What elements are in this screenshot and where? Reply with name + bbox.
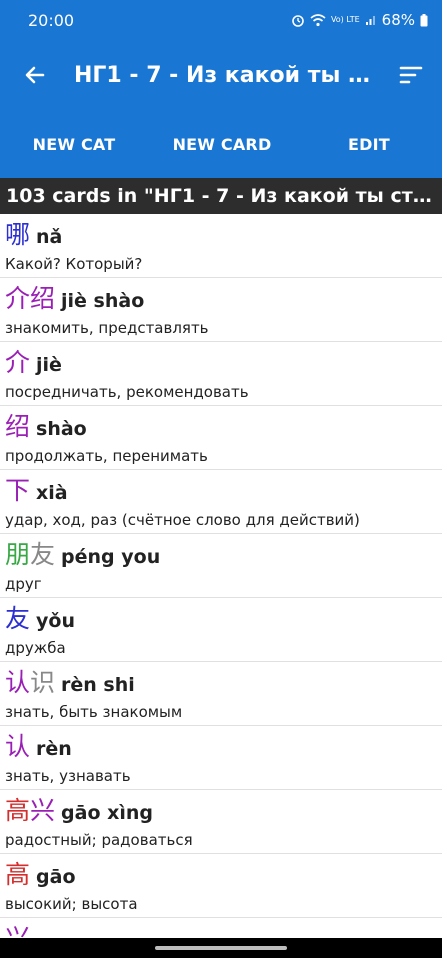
sort-icon xyxy=(399,66,423,84)
card-word: 认识 rèn shi xyxy=(5,668,442,700)
card-row[interactable]: 认 rèn знать, узнавать xyxy=(0,726,442,790)
battery-percent: 68% xyxy=(381,11,415,29)
card-row[interactable]: 朋友 péng you друг xyxy=(0,534,442,598)
card-translation: высокий; высота xyxy=(5,895,138,913)
card-translation: продолжать, перенимать xyxy=(5,447,208,465)
card-translation: знать, узнавать xyxy=(5,767,131,785)
card-translation: посредничать, рекомендовать xyxy=(5,383,249,401)
card-pinyin: gāo xyxy=(36,866,76,888)
card-hanzi: 友 xyxy=(5,604,31,633)
card-hanzi: 下 xyxy=(5,476,31,505)
card-hanzi: 高 xyxy=(5,796,31,825)
card-row[interactable]: 介 jiè посредничать, рекомендовать xyxy=(0,342,442,406)
card-translation: знать, быть знакомым xyxy=(5,703,183,721)
card-word: 认 rèn xyxy=(5,732,442,764)
navigation-bar xyxy=(0,938,442,958)
card-pinyin: xià xyxy=(36,482,68,504)
battery-icon xyxy=(420,13,428,26)
card-hanzi: 兴 xyxy=(5,924,30,938)
card-word: 朋友 péng you xyxy=(5,540,442,572)
card-word: 友 yǒu xyxy=(5,604,442,636)
home-gesture-handle[interactable] xyxy=(155,946,287,950)
card-word: 高兴 gāo xìng xyxy=(5,796,442,828)
card-hanzi: 兴 xyxy=(30,796,56,825)
card-row[interactable]: 兴 xyxy=(0,918,442,938)
sort-button[interactable] xyxy=(380,40,442,110)
card-hanzi: 友 xyxy=(30,540,56,569)
card-translation: Какой? Который? xyxy=(5,255,143,273)
card-hanzi: 哪 xyxy=(5,220,31,249)
card-pinyin: péng you xyxy=(61,546,161,568)
card-word: 兴 xyxy=(5,924,442,938)
card-pinyin: nǎ xyxy=(36,226,63,248)
card-word: 绍 shào xyxy=(5,412,442,444)
card-hanzi: 认 xyxy=(5,668,31,697)
card-pinyin: jiè xyxy=(36,354,62,376)
volte-label: Vo) LTE xyxy=(330,15,360,24)
signal-icon xyxy=(365,16,375,25)
card-hanzi: 绍 xyxy=(30,284,56,313)
new-card-button[interactable]: NEW CARD xyxy=(148,135,296,154)
card-pinyin: rèn shi xyxy=(61,674,135,696)
alarm-icon xyxy=(292,15,304,27)
card-translation: дружба xyxy=(5,639,66,657)
card-hanzi: 介 xyxy=(5,348,31,377)
card-row[interactable]: 哪 nǎ Какой? Который? xyxy=(0,214,442,278)
card-row[interactable]: 绍 shào продолжать, перенимать xyxy=(0,406,442,470)
app-bar: НГ1 - 7 - Из какой ты стр... xyxy=(0,40,442,110)
card-hanzi: 绍 xyxy=(5,412,31,441)
card-translation: знакомить, представлять xyxy=(5,319,209,337)
card-word: 介绍 jiè shào xyxy=(5,284,442,316)
card-word: 高 gāo xyxy=(5,860,442,892)
arrow-back-icon xyxy=(25,66,45,84)
back-button[interactable] xyxy=(0,40,70,110)
status-time: 20:00 xyxy=(28,10,75,30)
action-bar: NEW CAT NEW CARD EDIT xyxy=(0,110,442,178)
wifi-icon xyxy=(310,13,326,26)
new-cat-button[interactable]: NEW CAT xyxy=(0,135,148,154)
card-word: 介 jiè xyxy=(5,348,442,380)
card-word: 哪 nǎ xyxy=(5,220,442,252)
card-row[interactable]: 友 yǒu дружба xyxy=(0,598,442,662)
card-row[interactable]: 高兴 gāo xìng радостный; радоваться xyxy=(0,790,442,854)
card-row[interactable]: 介绍 jiè shào знакомить, представлять xyxy=(0,278,442,342)
card-word: 下 xià xyxy=(5,476,442,508)
card-list[interactable]: 哪 nǎ Какой? Который? 介绍 jiè shào знакомить, п… xyxy=(0,214,442,938)
card-hanzi: 朋 xyxy=(5,540,31,569)
card-pinyin: yǒu xyxy=(36,610,75,632)
card-translation: друг xyxy=(5,575,42,593)
card-translation: удар, ход, раз (счётное слово для действ… xyxy=(5,511,360,529)
card-pinyin: shào xyxy=(36,418,87,440)
card-translation: радостный; радоваться xyxy=(5,831,193,849)
card-row[interactable]: 认识 rèn shi знать, быть знакомым xyxy=(0,662,442,726)
status-icons: Vo) LTE 68% xyxy=(291,11,428,29)
card-hanzi: 介 xyxy=(5,284,31,313)
page-title: НГ1 - 7 - Из какой ты стр... xyxy=(74,62,380,88)
card-row[interactable]: 高 gāo высокий; высота xyxy=(0,854,442,918)
card-pinyin: rèn xyxy=(36,738,72,760)
status-bar: 20:00 Vo) LTE 68% xyxy=(0,0,442,40)
card-pinyin: gāo xìng xyxy=(61,802,154,824)
card-pinyin: jiè shào xyxy=(61,290,145,312)
card-hanzi: 高 xyxy=(5,860,31,889)
edit-button[interactable]: EDIT xyxy=(296,135,442,154)
list-header: 103 cards in "НГ1 - 7 - Из какой ты стра… xyxy=(0,178,442,214)
card-hanzi: 识 xyxy=(30,668,56,697)
card-hanzi: 认 xyxy=(5,732,31,761)
card-row[interactable]: 下 xià удар, ход, раз (счётное слово для де… xyxy=(0,470,442,534)
